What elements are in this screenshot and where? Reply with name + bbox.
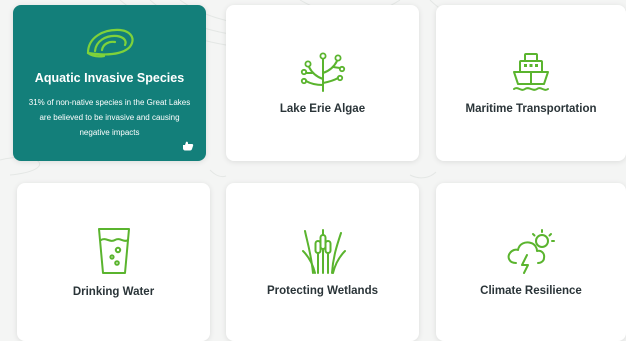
cattail-icon: [301, 229, 346, 274]
card-drinking-water[interactable]: Drinking Water: [17, 183, 210, 341]
card-title: Aquatic Invasive Species: [34, 71, 185, 85]
card-aquatic-invasive-species[interactable]: Aquatic Invasive Species 31% of non-nati…: [13, 5, 206, 161]
card-climate-resilience[interactable]: Climate Resilience: [436, 183, 626, 341]
card-title: Climate Resilience: [480, 285, 582, 297]
mussel-shell-icon: [86, 28, 134, 58]
card-description: 31% of non-native species in the Great L…: [28, 98, 191, 137]
card-protecting-wetlands[interactable]: Protecting Wetlands: [226, 183, 419, 341]
card-title: Protecting Wetlands: [267, 285, 378, 297]
card-title: Drinking Water: [72, 286, 155, 298]
storm-cloud-icon: [507, 229, 555, 274]
card-maritime-transportation[interactable]: Maritime Transportation: [436, 5, 626, 161]
card-title: Lake Erie Algae: [279, 103, 366, 115]
card-title: Maritime Transportation: [465, 103, 597, 115]
algae-icon: [300, 52, 345, 92]
hand-pointer-icon: [183, 141, 194, 151]
card-lake-erie-algae[interactable]: Lake Erie Algae: [226, 5, 419, 161]
topic-grid-page: Aquatic Invasive Species 31% of non-nati…: [0, 0, 626, 341]
ship-icon: [513, 53, 549, 91]
water-glass-icon: [97, 228, 130, 274]
